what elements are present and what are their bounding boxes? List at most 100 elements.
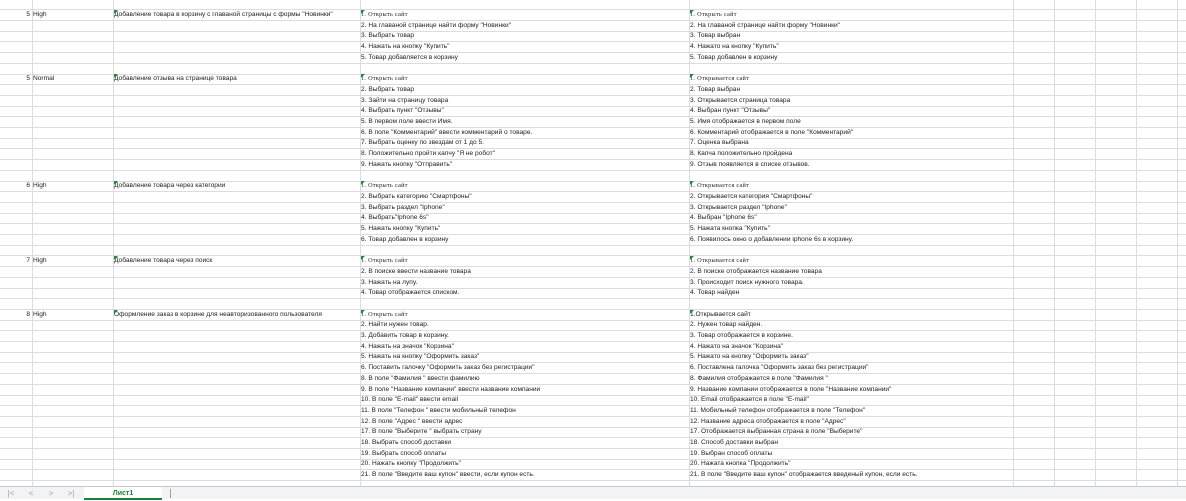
expected-result-cell[interactable]: 8. Фамилия отображается в поле "Фамилия …	[690, 374, 828, 384]
step-cell[interactable]: 12. В поле "Адрес " ввести адрес	[361, 417, 462, 427]
step-cell[interactable]: 1. Открыть сайт	[361, 74, 408, 84]
expected-result-cell[interactable]: 9. Отзыв появляется в списке отзывов.	[690, 160, 810, 170]
step-cell[interactable]: 17. В поле "Выберите " выбрать страну	[361, 427, 482, 437]
step-cell[interactable]: 3. Выбрать раздел "Iphone"	[361, 203, 445, 213]
step-cell[interactable]: 2. Выбрать категорию "Смартфоны"	[361, 192, 472, 202]
expected-result-cell[interactable]: 18. Способ доставки выбран	[690, 438, 778, 448]
step-cell[interactable]: 7. Выбрать оценку по звездам от 1 до 5.	[361, 138, 484, 148]
expected-result-cell[interactable]: 4. Нажато на кнопку "Купить"	[690, 42, 779, 52]
expected-result-cell[interactable]: 4. Нажато на значок "Корзина"	[690, 342, 783, 352]
spreadsheet-grid[interactable]: 5 High Добавление товара в корзину с глава…	[0, 0, 1186, 486]
step-cell[interactable]: 6. Поставить галочку "Оформить заказ без…	[361, 363, 535, 373]
priority-cell[interactable]: High	[33, 10, 47, 20]
step-cell[interactable]: 10. В поле "E-mail" ввести email	[361, 395, 458, 405]
test-case-title[interactable]: Добавление товара через категории	[114, 181, 225, 191]
expected-result-cell[interactable]: 6. Поставлена галочка "Оформить заказ бе…	[690, 363, 869, 373]
expected-result-cell[interactable]: 19. Выбран способ оплаты	[690, 449, 772, 459]
step-cell[interactable]: 4. Товар отображается списком.	[361, 288, 459, 298]
step-cell[interactable]: 6. В поле "Комментарий" ввести комментар…	[361, 128, 532, 138]
expected-result-cell[interactable]: 4. Выбран "Iphone 6s"	[690, 213, 757, 223]
step-cell[interactable]: 2. Выбрать товар	[361, 85, 414, 95]
expected-result-cell[interactable]: 3. Происходит поиск нужного товара.	[690, 278, 804, 288]
step-cell[interactable]: 3. Выбрать товар	[361, 31, 414, 41]
step-cell[interactable]: 8. Положительно пройти капчу "Я не робот…	[361, 149, 495, 159]
step-cell[interactable]: 1. Открыть сайт	[361, 181, 408, 191]
test-case-number[interactable]: 6	[0, 181, 30, 191]
step-cell[interactable]: 6. Товар добавлен в корзину	[361, 235, 448, 245]
expected-result-cell[interactable]: 20. Нажата кнопка "Продолжить"	[690, 459, 790, 469]
step-cell[interactable]: 3. Добавить товар в корзину.	[361, 331, 449, 341]
test-case-title[interactable]: Добавление отзыва на странице товара	[114, 74, 237, 84]
expected-result-cell[interactable]: 1. Открывается сайт	[690, 74, 749, 84]
expected-result-cell[interactable]: 10. Email отображается в поле "E-mail"	[690, 395, 809, 405]
priority-cell[interactable]: High	[33, 256, 47, 266]
step-cell[interactable]: 3. Нажать на лупу.	[361, 278, 417, 288]
step-cell[interactable]: 4. Нажать на кнопку "Купить"	[361, 42, 450, 52]
test-case-title[interactable]: Добавление товара в корзину с главаной с…	[114, 10, 333, 20]
step-cell[interactable]: 2. В поиске ввести название товара	[361, 267, 471, 277]
step-cell[interactable]: 5. Нажать на кнопку "Оформить заказ"	[361, 352, 479, 362]
step-cell[interactable]: 4. Выбрать пункт "Отзывы"	[361, 106, 444, 116]
step-cell[interactable]: 1. Открыть сайт	[361, 10, 408, 20]
expected-result-cell[interactable]: 6. Комментарий отображается в поле "Комм…	[690, 128, 853, 138]
step-cell[interactable]: 1. Открыть сайт	[361, 310, 408, 320]
expected-result-cell[interactable]: 7. Оценка выбрана	[690, 138, 749, 148]
priority-cell[interactable]: High	[33, 310, 47, 320]
step-cell[interactable]: 1. Открыть сайт	[361, 256, 408, 266]
test-case-title[interactable]: Оформление заказ в корзине для неавториз…	[114, 310, 322, 320]
step-cell[interactable]: 19. Выбрать способ оплаты	[361, 449, 446, 459]
expected-result-cell[interactable]: 3. Товар отображается в корзине.	[690, 331, 793, 341]
expected-result-cell[interactable]: 17. Отображается выбранная страна в поле…	[690, 427, 862, 437]
expected-result-cell[interactable]: 4. Выбран пункт "Отзывы"	[690, 106, 770, 116]
priority-cell[interactable]: High	[33, 181, 47, 191]
expected-result-cell[interactable]: 2. Товар выбран	[690, 85, 740, 95]
expected-result-cell[interactable]: 5. Нажата кнопка "Купить"	[690, 224, 770, 234]
expected-result-cell[interactable]: 8. Капча положительно пройдена	[690, 149, 792, 159]
step-cell[interactable]: 5. Товар добавляется в корзину	[361, 53, 458, 63]
test-case-number[interactable]: 5	[0, 74, 30, 84]
step-cell[interactable]: 21. В поле "Введите ваш купон" ввести, е…	[361, 470, 535, 480]
last-sheet-icon[interactable]: >|	[62, 488, 80, 499]
test-case-title[interactable]: Добавление товара через поиск	[114, 256, 212, 266]
test-case-number[interactable]: 8	[0, 310, 30, 320]
expected-result-cell[interactable]: 9. Название компании отображается в поле…	[690, 385, 891, 395]
expected-result-cell[interactable]: 1. Открывается сайт	[690, 256, 749, 266]
test-case-number[interactable]: 7	[0, 256, 30, 266]
expected-result-cell[interactable]: 2. В поиске отображается название товара	[690, 267, 822, 277]
next-sheet-icon[interactable]: >	[42, 488, 60, 499]
expected-result-cell[interactable]: 3. Открывается раздел "Iphone"	[690, 203, 787, 213]
expected-result-cell[interactable]: 5. Имя отображается в первом поле	[690, 117, 801, 127]
expected-result-cell[interactable]: 2. Нужен товар найден.	[690, 320, 762, 330]
step-cell[interactable]: 8. В поле "Фамилия " ввести фамилию	[361, 374, 480, 384]
expected-result-cell[interactable]: 2. На главаной странице найти форму "Нов…	[690, 21, 840, 31]
expected-result-cell[interactable]: 3. Открывается страница товара	[690, 96, 790, 106]
expected-result-cell[interactable]: 1. Открывается сайт	[690, 181, 749, 191]
expected-result-cell[interactable]: 3. Товар выбран	[690, 31, 740, 41]
expected-result-cell[interactable]: 2. Открывается категория "Смартфоны"	[690, 192, 812, 202]
first-sheet-icon[interactable]: |<	[2, 488, 20, 499]
step-cell[interactable]: 18. Выбрать способ доставки	[361, 438, 451, 448]
step-cell[interactable]: 11. В поле "Телефон " ввести мобильный т…	[361, 406, 516, 416]
expected-result-cell[interactable]: 4. Товар найден	[690, 288, 739, 298]
expected-result-cell[interactable]: 5. Нажато на кнопку "Оформить заказ"	[690, 352, 809, 362]
expected-result-cell[interactable]: 12. Название адреса отображается в поле …	[690, 417, 846, 427]
sheet-tab-list1[interactable]: Лист1	[84, 487, 162, 500]
expected-result-cell[interactable]: 21. В поле "Введите ваш купон" отображае…	[690, 470, 918, 480]
expected-result-cell[interactable]: 6. Появилось окно о добавлении iphone 6s…	[690, 235, 853, 245]
step-cell[interactable]: 9. В поле "Название компании" ввести наз…	[361, 385, 540, 395]
step-cell[interactable]: 2. Найти нужен товар.	[361, 320, 429, 330]
step-cell[interactable]: 3. Зайти на страницу товара	[361, 96, 448, 106]
priority-cell[interactable]: Normal	[33, 74, 54, 84]
step-cell[interactable]: 4. Нажать на значок "Корзина"	[361, 342, 454, 352]
expected-result-cell[interactable]: 11. Мобильный телефон отображается в пол…	[690, 406, 865, 416]
step-cell[interactable]: 5. Нажать кнопку "Купить"	[361, 224, 440, 234]
expected-result-cell[interactable]: 1. Открыть сайт	[690, 10, 737, 20]
expected-result-cell[interactable]: 1.Открывается сайт	[690, 310, 751, 320]
prev-sheet-icon[interactable]: <	[22, 488, 40, 499]
expected-result-cell[interactable]: 5. Товар добавлен в корзину	[690, 53, 777, 63]
test-case-number[interactable]: 5	[0, 10, 30, 20]
step-cell[interactable]: 4. Выбрать"Iphone 6s"	[361, 213, 429, 223]
step-cell[interactable]: 9. Нажать кнопку "Отправить"	[361, 160, 452, 170]
step-cell[interactable]: 5. В первом поле ввести Имя.	[361, 117, 452, 127]
step-cell[interactable]: 20. Нажать кнопку "Продолжить"	[361, 459, 461, 469]
